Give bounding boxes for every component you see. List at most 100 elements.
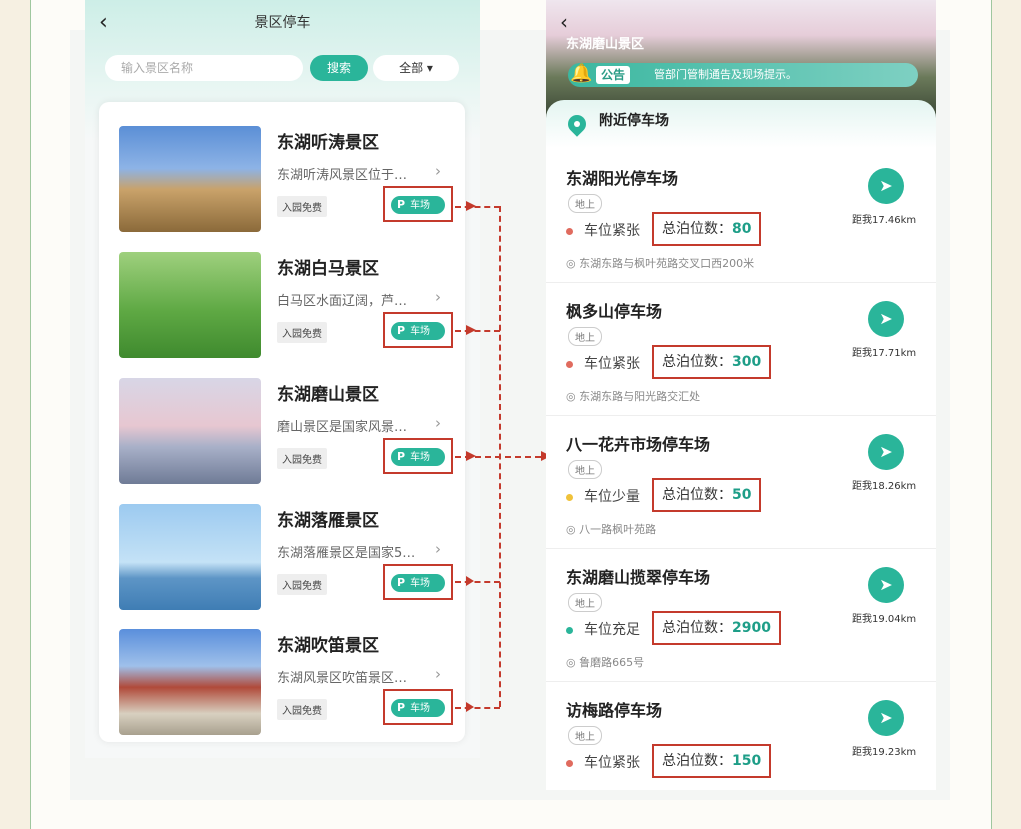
list-item[interactable]: 东湖白马景区 白马区水面辽阔，芦… › 入园免费 P 车场 <box>99 252 465 360</box>
distance: 距我17.46km <box>852 215 917 226</box>
distance: 距我17.71km <box>852 348 917 359</box>
navigation-arrow-icon: ➤ <box>879 708 893 727</box>
scenic-thumbnail <box>119 504 261 610</box>
capacity-value: 2900 <box>732 620 771 636</box>
section-title: 附近停车场 <box>599 113 669 129</box>
parking-lot-item[interactable]: 东湖磨山揽翠停车场 地上 车位充足 总泊位数：2900 ◎ 鲁磨路665号 ➤ … <box>546 549 936 682</box>
search-button[interactable]: 搜索 <box>310 55 368 81</box>
lot-status: 车位紧张 <box>584 356 640 372</box>
capacity-highlight: 总泊位数：2900 <box>652 611 781 645</box>
free-entry-badge: 入园免费 <box>277 322 327 343</box>
scenic-name: 东湖吹笛景区 <box>277 636 379 656</box>
navigation-arrow-icon: ➤ <box>879 309 893 328</box>
distance: 距我19.04km <box>852 614 917 625</box>
lot-type-tag: 地上 <box>568 726 602 745</box>
free-entry-badge: 入园免费 <box>277 196 327 217</box>
parking-list-screen: ‹ 东湖磨山景区 管部门管制通告及现场提示。 🔔 公告 附近停车场 东湖阳光停车… <box>546 0 936 790</box>
navigate-button[interactable]: ➤ <box>868 301 904 337</box>
scenic-list: 东湖听涛景区 东湖听涛风景区位于… › 入园免费 P 车场 东湖白马景区 白马区水… <box>99 102 465 742</box>
lot-name: 枫多山停车场 <box>566 302 663 321</box>
parking-label: 车场 <box>410 326 431 337</box>
status-dot <box>566 228 573 235</box>
parking-lot-item[interactable]: 枫多山停车场 地上 车位紧张 总泊位数：300 ◎ 东湖东路与阳光路交汇处 ➤ … <box>546 283 936 416</box>
chevron-right-icon: › <box>435 414 441 432</box>
status-dot <box>566 627 573 634</box>
lot-address: ◎ 八一路枫叶苑路 <box>566 523 657 536</box>
parking-highlight: P 车场 <box>383 564 453 600</box>
parking-button[interactable]: P 车场 <box>391 574 445 592</box>
parking-highlight: P 车场 <box>383 186 453 222</box>
filter-label: 全部 <box>399 61 424 75</box>
scenic-thumbnail <box>119 629 261 735</box>
connector-line <box>455 330 500 332</box>
scenic-desc: 白马区水面辽阔，芦… <box>277 294 408 309</box>
status-dot <box>566 361 573 368</box>
back-icon[interactable]: ‹ <box>560 10 568 34</box>
connector-line <box>499 206 501 707</box>
parking-label: 车场 <box>410 703 431 714</box>
parking-button[interactable]: P 车场 <box>391 699 445 717</box>
status-dot <box>566 760 573 767</box>
filter-dropdown[interactable]: 全部 ▾ <box>373 55 459 81</box>
capacity-label: 总泊位数： <box>662 221 732 237</box>
lot-name: 东湖阳光停车场 <box>566 169 679 188</box>
scenic-name: 东湖白马景区 <box>277 259 379 279</box>
lot-status: 车位少量 <box>584 489 640 505</box>
bell-icon: 🔔 <box>570 63 593 84</box>
parking-icon: P <box>397 701 406 714</box>
capacity-highlight: 总泊位数：80 <box>652 212 762 246</box>
lot-type-tag: 地上 <box>568 460 602 479</box>
parking-button[interactable]: P 车场 <box>391 448 445 466</box>
navigate-button[interactable]: ➤ <box>868 168 904 204</box>
lot-name: 八一花卉市场停车场 <box>566 435 711 454</box>
scenic-name: 东湖落雁景区 <box>277 511 379 531</box>
scenic-name: 东湖听涛景区 <box>277 133 379 153</box>
parking-button[interactable]: P 车场 <box>391 196 445 214</box>
lot-type-tag: 地上 <box>568 194 602 213</box>
list-item[interactable]: 东湖落雁景区 东湖落雁景区是国家5… › 入园免费 P 车场 <box>99 504 465 612</box>
scenic-list-screen: ‹ 景区停车 输入景区名称 搜索 全部 ▾ 东湖听涛景区 东湖听涛风景区位于… … <box>85 0 480 758</box>
list-item[interactable]: 东湖磨山景区 磨山景区是国家风景… › 入园免费 P 车场 <box>99 378 465 486</box>
scenic-desc: 东湖听涛风景区位于… <box>277 168 408 183</box>
scenic-desc: 磨山景区是国家风景… <box>277 420 408 435</box>
parking-highlight: P 车场 <box>383 689 453 725</box>
distance: 距我18.26km <box>852 481 917 492</box>
status-dot <box>566 494 573 501</box>
location-icon: ◎ <box>566 523 580 536</box>
scenic-name: 东湖磨山景区 <box>277 385 379 405</box>
navigate-button[interactable]: ➤ <box>868 700 904 736</box>
notice-tag: 公告 <box>596 66 631 84</box>
connector-line <box>455 206 500 208</box>
list-item[interactable]: 东湖吹笛景区 东湖风景区吹笛景区… › 入园免费 P 车场 <box>99 629 465 737</box>
arrow-icon <box>466 451 476 461</box>
capacity-value: 80 <box>732 221 752 237</box>
capacity-label: 总泊位数： <box>662 354 732 370</box>
parking-lot-item[interactable]: 东湖阳光停车场 地上 车位紧张 总泊位数：80 ◎ 东湖东路与枫叶苑路交叉口西2… <box>546 150 936 283</box>
parking-label: 车场 <box>410 200 431 211</box>
parking-button[interactable]: P 车场 <box>391 322 445 340</box>
capacity-label: 总泊位数： <box>662 620 732 636</box>
scenic-desc: 东湖落雁景区是国家5… <box>277 546 416 561</box>
scenic-desc: 东湖风景区吹笛景区… <box>277 671 408 686</box>
connector-line <box>455 707 500 709</box>
search-input[interactable]: 输入景区名称 <box>105 55 303 81</box>
chevron-right-icon: › <box>435 665 441 683</box>
parking-lot-item[interactable]: 访梅路停车场 地上 车位紧张 总泊位数：150 ➤ 距我19.23km <box>546 682 936 815</box>
arrow-icon <box>466 702 474 712</box>
connector-line <box>455 581 500 583</box>
list-item[interactable]: 东湖听涛景区 东湖听涛风景区位于… › 入园免费 P 车场 <box>99 126 465 234</box>
navigate-button[interactable]: ➤ <box>868 434 904 470</box>
free-entry-badge: 入园免费 <box>277 448 327 469</box>
navigate-button[interactable]: ➤ <box>868 567 904 603</box>
capacity-value: 300 <box>732 354 762 370</box>
capacity-highlight: 总泊位数：300 <box>652 345 772 379</box>
distance: 距我19.23km <box>852 747 917 758</box>
scenic-title: 东湖磨山景区 <box>566 37 645 52</box>
navigation-arrow-icon: ➤ <box>879 176 893 195</box>
chevron-right-icon: › <box>435 162 441 180</box>
scenic-thumbnail <box>119 126 261 232</box>
chevron-right-icon: › <box>435 288 441 306</box>
parking-label: 车场 <box>410 452 431 463</box>
location-icon: ◎ <box>566 656 580 669</box>
parking-lot-item[interactable]: 八一花卉市场停车场 地上 车位少量 总泊位数：50 ◎ 八一路枫叶苑路 ➤ 距我… <box>546 416 936 549</box>
